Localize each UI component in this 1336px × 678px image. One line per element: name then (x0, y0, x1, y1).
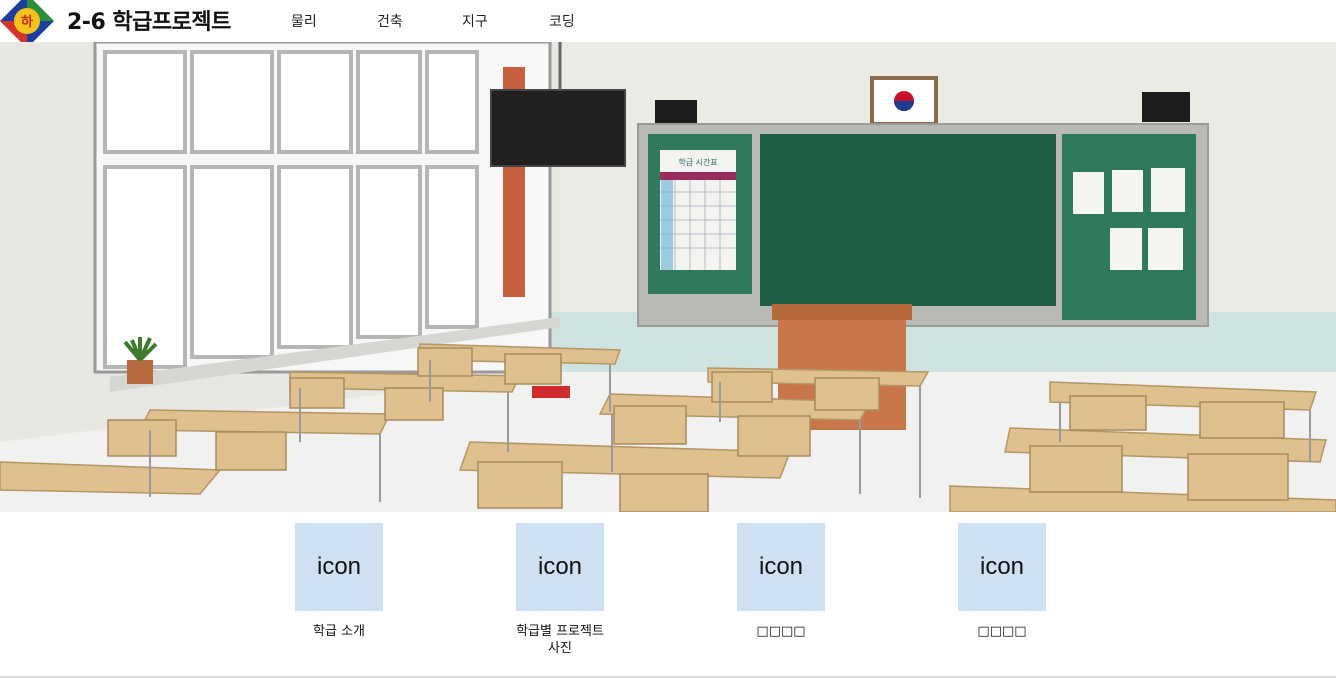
tile-placeholder-1-label[interactable]: □□□□ (701, 623, 861, 640)
school-emblem-icon[interactable]: 하 (0, 0, 54, 42)
hero-classroom-image: 학급 시간표 (0, 42, 1336, 512)
site-header: 하 2-6 학급프로젝트 물리 건축 지구 코딩 (0, 0, 1336, 42)
emblem-text: 하 (21, 14, 33, 30)
nav-physics[interactable]: 물리 (291, 11, 317, 31)
tile-placeholder-2-icon[interactable]: icon (958, 523, 1046, 611)
tile-class-projects-label[interactable]: 학급별 프로젝트 사진 (480, 623, 640, 657)
nav-coding[interactable]: 코딩 (549, 11, 575, 31)
tile-placeholder-1-icon[interactable]: icon (737, 523, 825, 611)
tile-placeholder-2-label[interactable]: □□□□ (922, 623, 1082, 640)
tile-class-intro-label[interactable]: 학급 소개 (259, 623, 419, 640)
tile-class-intro-icon[interactable]: icon (295, 523, 383, 611)
nav-earth[interactable]: 지구 (462, 11, 488, 31)
calendar-title: 학급 시간표 (678, 157, 717, 167)
nav-architecture[interactable]: 건축 (377, 11, 403, 31)
site-title[interactable]: 2-6 학급프로젝트 (67, 4, 231, 36)
tile-class-projects-icon[interactable]: icon (516, 523, 604, 611)
